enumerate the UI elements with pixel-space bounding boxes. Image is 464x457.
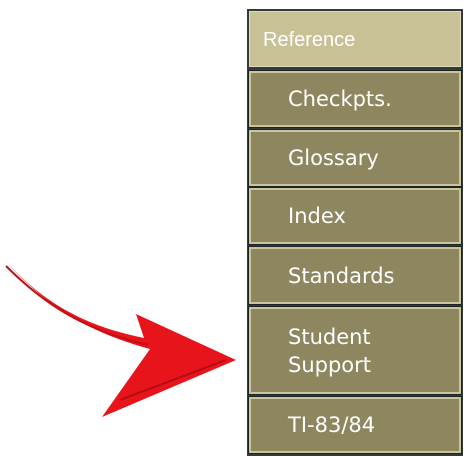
sidebar-item-checkpts[interactable]: Checkpts. <box>248 70 462 128</box>
sidebar-item-glossary[interactable]: Glossary <box>248 129 462 187</box>
sidebar-item-standards[interactable]: Standards <box>248 246 462 305</box>
sidebar-item-index[interactable]: Index <box>248 187 462 245</box>
sidebar-item-label: Standards <box>288 263 395 288</box>
sidebar-item-label: Checkpts. <box>288 87 392 111</box>
sidebar-header: Reference <box>249 11 461 67</box>
sidebar-item-student-support[interactable]: Student Support <box>248 306 462 395</box>
sidebar-item-ti-83-84[interactable]: TI-83/84 <box>248 396 462 454</box>
reference-sidebar: Reference Checkpts. Glossary Index Stand… <box>247 9 463 456</box>
sidebar-item-label: Glossary <box>288 146 379 170</box>
stage: Reference Checkpts. Glossary Index Stand… <box>0 0 464 457</box>
sidebar-item-label: Student Support <box>288 324 372 377</box>
sidebar-item-label: TI-83/84 <box>288 413 376 437</box>
sidebar-item-label: Index <box>288 204 346 228</box>
